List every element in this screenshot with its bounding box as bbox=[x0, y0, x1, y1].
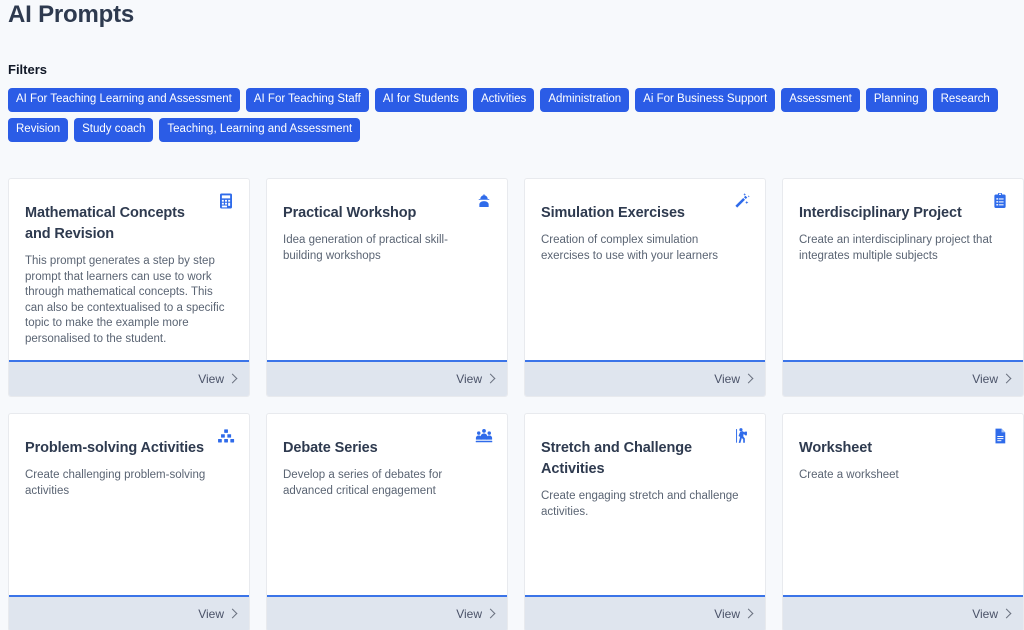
view-link-label: View bbox=[198, 372, 224, 386]
filter-tag[interactable]: Teaching, Learning and Assessment bbox=[159, 118, 361, 142]
view-link-label: View bbox=[714, 607, 740, 621]
chevron-right-icon bbox=[227, 373, 238, 383]
prompt-card-description: Create a worksheet bbox=[799, 469, 899, 481]
view-link-label: View bbox=[972, 607, 998, 621]
prompt-card-title: Worksheet bbox=[799, 440, 872, 456]
prompt-card[interactable]: Practical Workshop Idea generation of pra… bbox=[266, 178, 508, 397]
prompt-card-footer: View bbox=[9, 595, 249, 630]
filter-tag[interactable]: Ai For Business Support bbox=[635, 88, 776, 112]
prompt-card-description: Idea generation of practical skill-build… bbox=[283, 234, 448, 262]
view-link[interactable]: View bbox=[198, 372, 238, 386]
prompt-card-footer: View bbox=[267, 595, 507, 630]
view-link[interactable]: View bbox=[714, 372, 754, 386]
prompt-card[interactable]: Debate Series Develop a series of debates… bbox=[266, 413, 508, 630]
prompt-card-body: Mathematical Concepts and Revision This p… bbox=[9, 179, 249, 360]
filter-tag[interactable]: Planning bbox=[865, 88, 927, 112]
prompt-card-title: Debate Series bbox=[283, 440, 378, 456]
prompt-card-footer: View bbox=[9, 360, 249, 396]
prompt-card-body: Simulation Exercises Creation of complex … bbox=[525, 179, 765, 360]
prompt-card[interactable]: Problem-solving Activities Create challen… bbox=[8, 413, 250, 630]
magic-wand-icon bbox=[733, 192, 751, 210]
filter-tag-list: AI For Teaching Learning and Assessment A… bbox=[8, 88, 1016, 142]
page-title: AI Prompts bbox=[8, 1, 135, 28]
filters-label: Filters bbox=[8, 62, 48, 77]
prompt-card-description: This prompt generates a step by step pro… bbox=[25, 255, 225, 345]
view-link-label: View bbox=[456, 372, 482, 386]
document-icon bbox=[991, 427, 1009, 445]
hard-hat-worker-icon bbox=[475, 192, 493, 210]
prompt-card-description: Creation of complex simulation exercises… bbox=[541, 234, 719, 262]
prompt-card-description: Create an interdisciplinary project that… bbox=[799, 234, 993, 262]
chevron-right-icon bbox=[485, 608, 496, 618]
prompt-card-footer: View bbox=[783, 360, 1023, 396]
view-link[interactable]: View bbox=[198, 607, 238, 621]
view-link-label: View bbox=[714, 372, 740, 386]
prompt-card-footer: View bbox=[525, 595, 765, 630]
chevron-right-icon bbox=[743, 373, 754, 383]
filter-tag[interactable]: Revision bbox=[8, 118, 69, 142]
prompt-card[interactable]: Interdisciplinary Project Create an inter… bbox=[782, 178, 1024, 397]
filter-tag[interactable]: Study coach bbox=[74, 118, 154, 142]
chevron-right-icon bbox=[1001, 608, 1012, 618]
view-link-label: View bbox=[198, 607, 224, 621]
filter-tag[interactable]: Activities bbox=[472, 88, 535, 112]
view-link[interactable]: View bbox=[456, 372, 496, 386]
prompt-card-description: Create engaging stretch and challenge ac… bbox=[541, 490, 739, 518]
filter-tag[interactable]: AI For Teaching Staff bbox=[245, 88, 369, 112]
prompt-card-footer: View bbox=[783, 595, 1023, 630]
prompt-card-body: Stretch and Challenge Activities Create e… bbox=[525, 414, 765, 595]
chevron-right-icon bbox=[1001, 373, 1012, 383]
filter-tag[interactable]: AI For Teaching Learning and Assessment bbox=[8, 88, 240, 112]
prompt-card[interactable]: Simulation Exercises Creation of complex … bbox=[524, 178, 766, 397]
prompt-card-title: Problem-solving Activities bbox=[25, 440, 204, 456]
prompt-card-title: Simulation Exercises bbox=[541, 205, 685, 221]
hiking-person-icon bbox=[733, 427, 751, 445]
prompt-card-description: Create challenging problem-solving activ… bbox=[25, 469, 206, 497]
prompt-card[interactable]: Stretch and Challenge Activities Create e… bbox=[524, 413, 766, 630]
prompt-card[interactable]: Worksheet Create a worksheet View bbox=[782, 413, 1024, 630]
filter-tag[interactable]: Assessment bbox=[781, 88, 860, 112]
prompt-card-body: Interdisciplinary Project Create an inter… bbox=[783, 179, 1023, 360]
prompt-card-title: Interdisciplinary Project bbox=[799, 205, 962, 221]
stacked-blocks-icon bbox=[217, 427, 235, 445]
view-link[interactable]: View bbox=[456, 607, 496, 621]
clipboard-list-icon bbox=[991, 192, 1009, 210]
prompt-card-title: Stretch and Challenge Activities bbox=[541, 440, 692, 477]
view-link[interactable]: View bbox=[972, 372, 1012, 386]
prompt-card-body: Problem-solving Activities Create challen… bbox=[9, 414, 249, 595]
prompt-card-body: Practical Workshop Idea generation of pra… bbox=[267, 179, 507, 360]
calculator-icon bbox=[217, 192, 235, 210]
chevron-right-icon bbox=[485, 373, 496, 383]
chevron-right-icon bbox=[227, 608, 238, 618]
prompt-card-title: Mathematical Concepts and Revision bbox=[25, 205, 185, 242]
view-link[interactable]: View bbox=[714, 607, 754, 621]
prompt-card-title: Practical Workshop bbox=[283, 205, 417, 221]
prompt-card-description: Develop a series of debates for advanced… bbox=[283, 469, 443, 497]
prompt-card[interactable]: Mathematical Concepts and Revision This p… bbox=[8, 178, 250, 397]
prompt-card-footer: View bbox=[267, 360, 507, 396]
filter-tag[interactable]: Administration bbox=[540, 88, 630, 112]
filter-tag[interactable]: Research bbox=[932, 88, 998, 112]
ai-prompts-page: AI Prompts Filters AI For Teaching Learn… bbox=[0, 0, 1024, 630]
filter-tag[interactable]: AI for Students bbox=[374, 88, 467, 112]
prompt-card-body: Debate Series Develop a series of debates… bbox=[267, 414, 507, 595]
prompt-card-body: Worksheet Create a worksheet bbox=[783, 414, 1023, 595]
view-link-label: View bbox=[456, 607, 482, 621]
view-link-label: View bbox=[972, 372, 998, 386]
prompt-card-footer: View bbox=[525, 360, 765, 396]
prompt-card-grid: Mathematical Concepts and Revision This p… bbox=[8, 178, 1024, 630]
chevron-right-icon bbox=[743, 608, 754, 618]
group-people-icon bbox=[475, 427, 493, 445]
view-link[interactable]: View bbox=[972, 607, 1012, 621]
